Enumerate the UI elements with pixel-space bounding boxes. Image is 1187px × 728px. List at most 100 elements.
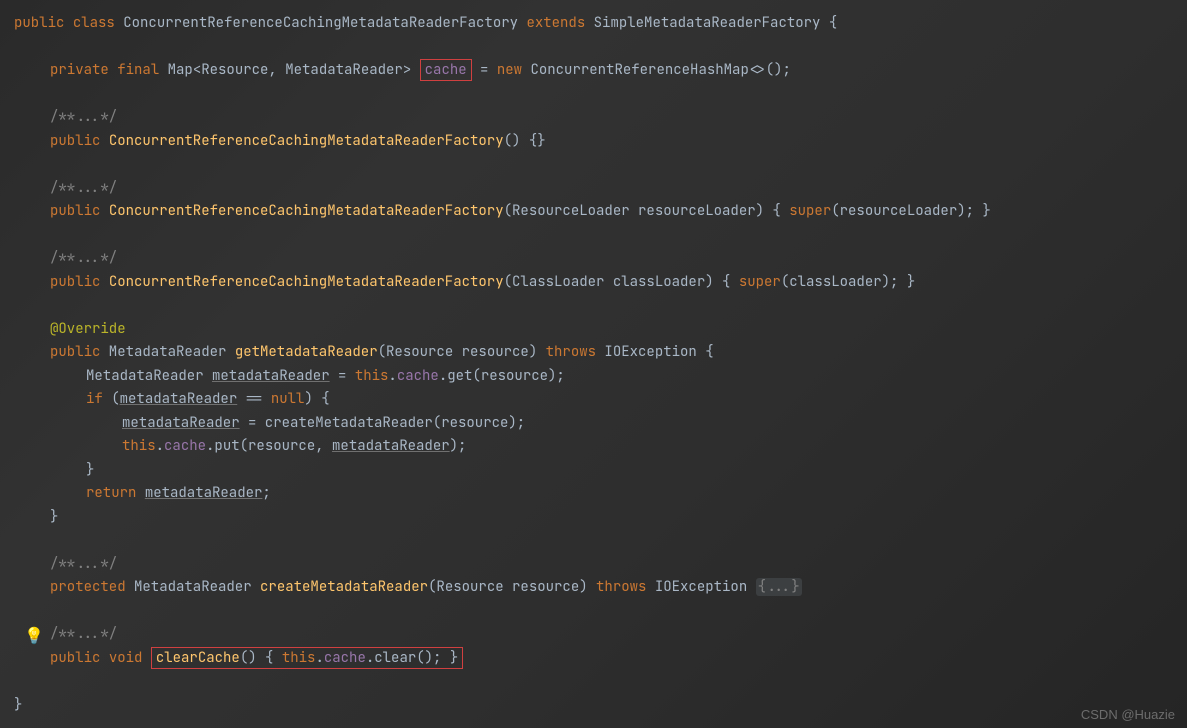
field-cache: cache — [324, 649, 366, 667]
brace-close: } — [50, 508, 58, 526]
return-type: MetadataReader — [100, 343, 234, 361]
method-name: clearCache — [156, 649, 240, 667]
keyword-public: public — [50, 343, 100, 361]
code-line — [14, 294, 1187, 318]
folded-comment[interactable]: /**...*/ — [50, 555, 117, 573]
keyword-return: return — [86, 484, 136, 502]
code-line: metadataReader = createMetadataReader(re… — [14, 412, 1187, 436]
op-assign: = — [330, 367, 355, 385]
code-line — [14, 600, 1187, 624]
keyword-this: this — [282, 649, 316, 667]
code-line: @Override — [14, 318, 1187, 342]
code-line: public class ConcurrentReferenceCachingM… — [14, 12, 1187, 36]
folded-comment[interactable]: /**...*/ — [50, 249, 117, 267]
superclass: SimpleMetadataReaderFactory { — [594, 14, 838, 32]
return-type: MetadataReader — [126, 578, 260, 596]
intention-bulb-icon[interactable]: 💡 — [24, 624, 44, 648]
code-editor[interactable]: public class ConcurrentReferenceCachingM… — [0, 0, 1187, 717]
op-eq: == — [237, 390, 271, 408]
code-line — [14, 224, 1187, 248]
code-line: return metadataReader; — [14, 482, 1187, 506]
keyword-super: super — [739, 273, 781, 291]
code-line: /**...*/ — [14, 247, 1187, 271]
constructor: ConcurrentReferenceCachingMetadataReader… — [109, 132, 504, 150]
code-line: } — [14, 694, 1187, 718]
op-assign: = — [472, 61, 497, 79]
code-line: protected MetadataReader createMetadataR… — [14, 576, 1187, 600]
folded-comment[interactable]: /**...*/ — [50, 179, 117, 197]
code-line: public ConcurrentReferenceCachingMetadat… — [14, 271, 1187, 295]
code-line: if (metadataReader == null) { — [14, 388, 1187, 412]
exception: IOException { — [596, 343, 714, 361]
keyword-public: public — [50, 132, 100, 150]
code-line — [14, 153, 1187, 177]
code-line: this.cache.put(resource, metadataReader)… — [14, 435, 1187, 459]
method-call: .get(resource); — [439, 367, 565, 385]
folded-body[interactable]: {...} — [756, 578, 802, 596]
brace-close: } — [14, 696, 22, 714]
code-line: /**...*/ — [14, 106, 1187, 130]
highlighted-field-cache: cache — [420, 59, 472, 81]
dot: . — [388, 367, 396, 385]
keyword-void: void — [109, 649, 143, 667]
keyword-protected: protected — [50, 578, 126, 596]
keyword-this: this — [355, 367, 389, 385]
field-cache: cache — [397, 367, 439, 385]
code-line: /**...*/ — [14, 553, 1187, 577]
folded-comment[interactable]: /**...*/ — [50, 625, 117, 643]
keyword-public: public — [50, 649, 100, 667]
local-var: metadataReader — [212, 367, 330, 385]
local-var: metadataReader — [120, 390, 238, 408]
keyword-this: this — [122, 437, 156, 455]
watermark-text: CSDN @Huazie — [1081, 707, 1175, 722]
ctor-params: (ClassLoader classLoader) { — [504, 273, 739, 291]
keyword-public: public — [50, 273, 100, 291]
method-call-end: .clear(); } — [366, 649, 458, 667]
code-line: public ConcurrentReferenceCachingMetadat… — [14, 200, 1187, 224]
method-name: getMetadataReader — [235, 343, 378, 361]
type-map: Map<Resource, MetadataReader> — [168, 61, 412, 79]
ctor-end: (classLoader); } — [781, 273, 915, 291]
code-line: private final Map<Resource, MetadataRead… — [14, 59, 1187, 83]
keyword-throws: throws — [546, 343, 596, 361]
code-line: } — [14, 459, 1187, 483]
dot: . — [315, 649, 323, 667]
ctor-call: ConcurrentReferenceHashMap<>(); — [522, 61, 791, 79]
code-line: MetadataReader metadataReader = this.cac… — [14, 365, 1187, 389]
code-line: /**...*/ — [14, 623, 1187, 647]
var-type: MetadataReader — [86, 367, 212, 385]
class-name: ConcurrentReferenceCachingMetadataReader… — [123, 14, 518, 32]
method-call: .put(resource, — [206, 437, 332, 455]
code-line — [14, 670, 1187, 694]
code-line: /**...*/ — [14, 177, 1187, 201]
keyword-throws: throws — [596, 578, 646, 596]
keyword-new: new — [497, 61, 522, 79]
keyword-public: public — [50, 202, 100, 220]
assign-call: = createMetadataReader(resource); — [240, 414, 526, 432]
constructor: ConcurrentReferenceCachingMetadataReader… — [109, 202, 504, 220]
annotation-override: @Override — [50, 320, 126, 338]
constructor: ConcurrentReferenceCachingMetadataReader… — [109, 273, 504, 291]
code-line: public void clearCache() { this.cache.cl… — [14, 647, 1187, 671]
folded-comment[interactable]: /**...*/ — [50, 108, 117, 126]
method-name: createMetadataReader — [260, 578, 428, 596]
exception: IOException — [646, 578, 755, 596]
keyword-super: super — [789, 202, 831, 220]
paren: ( — [103, 390, 120, 408]
local-var: metadataReader — [145, 484, 263, 502]
code-line: public MetadataReader getMetadataReader(… — [14, 341, 1187, 365]
keyword-if: if — [86, 390, 103, 408]
end: ); — [450, 437, 467, 455]
code-line — [14, 529, 1187, 553]
keyword-final: final — [117, 61, 159, 79]
ctor-end: (resourceLoader); } — [831, 202, 991, 220]
method-params: (Resource resource) — [378, 343, 546, 361]
space — [136, 484, 144, 502]
keyword-class: class — [73, 14, 115, 32]
ctor-body: () {} — [504, 132, 546, 150]
field-cache: cache — [164, 437, 206, 455]
paren-brace: () { — [240, 649, 282, 667]
code-line — [14, 36, 1187, 60]
code-line — [14, 83, 1187, 107]
brace-close: } — [86, 461, 94, 479]
